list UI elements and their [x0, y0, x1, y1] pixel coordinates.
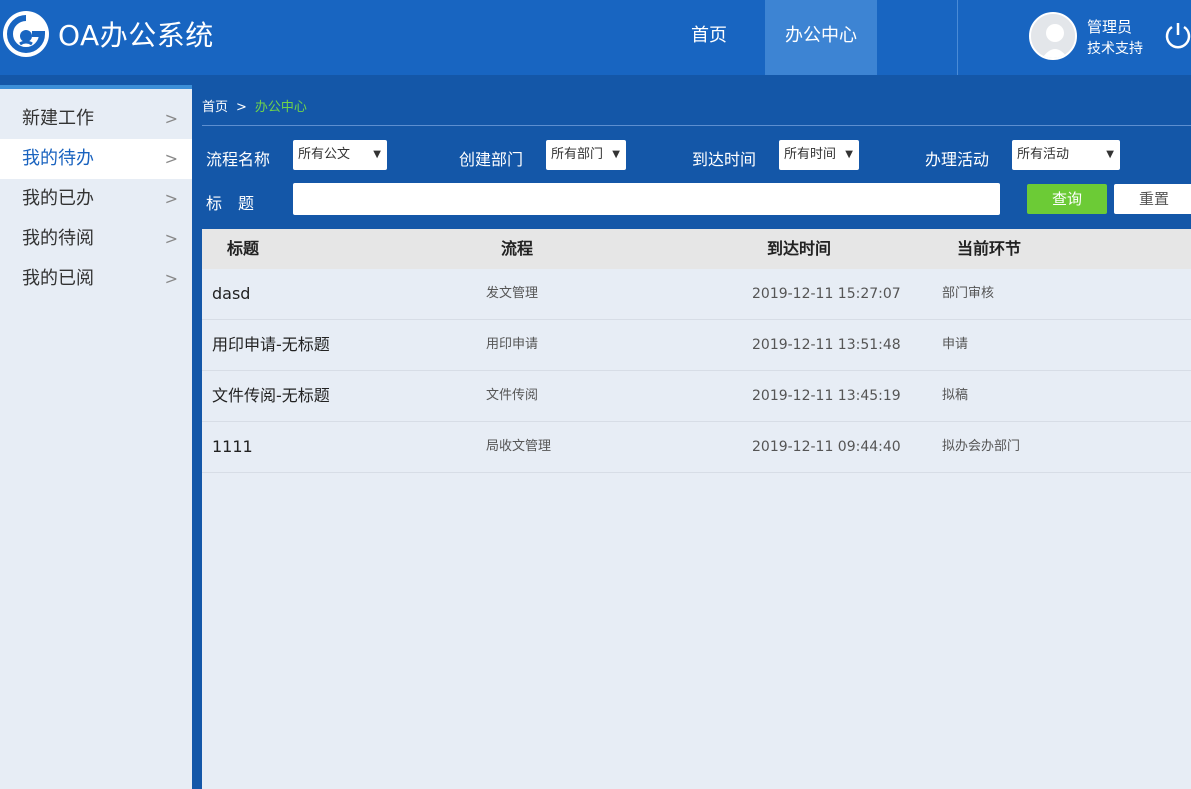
- dept-select[interactable]: 所有部门 ▼: [546, 140, 626, 170]
- arrival-time-select[interactable]: 所有时间 ▼: [779, 140, 859, 170]
- sidebar-item-label: 我的待阅: [22, 228, 94, 249]
- row-flow: 用印申请: [486, 337, 539, 352]
- dept-value: 所有部门: [551, 147, 604, 162]
- chevron-right-icon: >: [164, 109, 178, 128]
- table-row[interactable]: 文件传阅-无标题 文件传阅 2019-12-11 13:45:19 拟稿: [202, 371, 1191, 422]
- sidebar-item-my-to-read[interactable]: 我的待阅 >: [0, 219, 192, 259]
- sidebar-item-my-todo[interactable]: 我的待办 >: [0, 139, 192, 179]
- row-current-step: 部门审核: [942, 286, 995, 301]
- sidebar-item-label: 我的已办: [22, 188, 94, 209]
- row-arrival-time: 2019-12-11 09:44:40: [752, 439, 901, 455]
- sidebar-item-label: 我的已阅: [22, 268, 94, 289]
- sidebar-accent-bar: [0, 85, 192, 89]
- app-title: OA办公系统: [58, 19, 214, 52]
- dropdown-arrow-icon: ▼: [373, 149, 381, 160]
- divider: [202, 125, 1191, 126]
- arrival-time-label: 到达时间: [692, 150, 757, 169]
- row-flow: 发文管理: [486, 286, 539, 301]
- table-row[interactable]: 1111 局收文管理 2019-12-11 09:44:40 拟办会办部门: [202, 422, 1191, 473]
- row-current-step: 拟办会办部门: [942, 439, 1021, 454]
- dropdown-arrow-icon: ▼: [612, 149, 620, 160]
- header-divider: [957, 0, 958, 75]
- chevron-right-icon: >: [164, 189, 178, 208]
- row-title[interactable]: dasd: [212, 269, 250, 319]
- arrival-time-value: 所有时间: [784, 147, 837, 162]
- dept-label: 创建部门: [459, 150, 524, 169]
- row-flow: 文件传阅: [486, 388, 539, 403]
- activity-label: 办理活动: [925, 150, 990, 169]
- flow-name-select[interactable]: 所有公文 ▼: [293, 140, 387, 170]
- activity-value: 所有活动: [1017, 147, 1070, 162]
- column-header-arrival-time: 到达时间: [767, 239, 832, 258]
- query-button[interactable]: 查询: [1027, 184, 1107, 214]
- sidebar-item-label: 新建工作: [22, 108, 94, 129]
- power-icon[interactable]: [1163, 20, 1191, 50]
- todo-table: 标题 流程 到达时间 当前环节 dasd 发文管理 2019-12-11 15:…: [202, 229, 1191, 789]
- table-row[interactable]: dasd 发文管理 2019-12-11 15:27:07 部门审核: [202, 269, 1191, 320]
- sidebar-item-new-work[interactable]: 新建工作 >: [0, 99, 192, 139]
- breadcrumb-home[interactable]: 首页: [202, 100, 228, 115]
- nav-home[interactable]: 首页: [654, 0, 764, 75]
- chevron-right-icon: >: [164, 269, 178, 288]
- sidebar: 新建工作 > 我的待办 > 我的已办 > 我的待阅 > 我的已阅 >: [0, 75, 192, 789]
- sidebar-stripe: [0, 75, 192, 85]
- chevron-right-icon: >: [164, 149, 178, 168]
- dropdown-arrow-icon: ▼: [1106, 149, 1114, 160]
- breadcrumb: 首页 > 办公中心: [202, 96, 307, 115]
- user-avatar-icon: [1031, 14, 1075, 58]
- row-arrival-time: 2019-12-11 15:27:07: [752, 286, 901, 302]
- row-title[interactable]: 用印申请-无标题: [212, 320, 330, 370]
- row-title[interactable]: 1111: [212, 422, 253, 472]
- logo-icon: [3, 11, 49, 57]
- row-current-step: 拟稿: [942, 388, 969, 403]
- activity-select[interactable]: 所有活动 ▼: [1012, 140, 1120, 170]
- row-arrival-time: 2019-12-11 13:51:48: [752, 337, 901, 353]
- column-header-title: 标题: [227, 239, 260, 258]
- row-flow: 局收文管理: [486, 439, 552, 454]
- title-label: 标 题: [206, 194, 255, 213]
- column-header-flow: 流程: [501, 239, 534, 258]
- sidebar-item-my-read[interactable]: 我的已阅 >: [0, 259, 192, 299]
- column-header-current-step: 当前环节: [957, 239, 1022, 258]
- table-header: 标题 流程 到达时间 当前环节: [202, 229, 1191, 269]
- title-search-input[interactable]: [293, 183, 1000, 215]
- sidebar-item-my-done[interactable]: 我的已办 >: [0, 179, 192, 219]
- breadcrumb-separator: >: [236, 100, 247, 115]
- avatar[interactable]: [1029, 12, 1077, 60]
- chevron-right-icon: >: [164, 229, 178, 248]
- sidebar-item-label: 我的待办: [22, 148, 94, 169]
- breadcrumb-current[interactable]: 办公中心: [255, 100, 307, 115]
- nav-office-center[interactable]: 办公中心: [765, 0, 877, 75]
- reset-button[interactable]: 重置: [1114, 184, 1191, 214]
- user-name: 管理员: [1087, 18, 1133, 36]
- flow-name-value: 所有公文: [298, 147, 351, 162]
- main-content: 首页 > 办公中心 流程名称 所有公文 ▼ 创建部门 所有部门 ▼ 到达时间 所有时…: [192, 75, 1191, 789]
- row-current-step: 申请: [942, 337, 969, 352]
- table-row[interactable]: 用印申请-无标题 用印申请 2019-12-11 13:51:48 申请: [202, 320, 1191, 371]
- top-header: OA办公系统 首页 办公中心 管理员 技术支持: [0, 0, 1191, 75]
- user-role: 技术支持: [1087, 41, 1143, 57]
- dropdown-arrow-icon: ▼: [845, 149, 853, 160]
- row-arrival-time: 2019-12-11 13:45:19: [752, 388, 901, 404]
- flow-name-label: 流程名称: [206, 150, 271, 169]
- app-logo[interactable]: OA办公系统: [2, 10, 214, 58]
- row-title[interactable]: 文件传阅-无标题: [212, 371, 330, 421]
